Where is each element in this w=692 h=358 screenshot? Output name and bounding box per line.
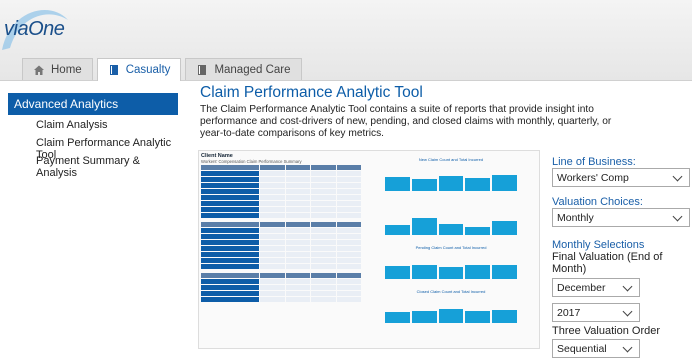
report-chart-title: New Claim Count and Total Incurred [418,157,484,162]
tab-managed-care[interactable]: Managed Care [185,58,302,80]
home-icon [34,65,44,75]
sidebar-heading[interactable]: Advanced Analytics [8,93,178,115]
tab-home[interactable]: Home [22,58,93,80]
tab-casualty[interactable]: Casualty [96,58,182,81]
tab-bar: Home Casualty Managed Care [22,58,302,81]
app-header: viaOne Home Casualty Managed Care [0,0,692,81]
chevron-down-icon [622,306,633,317]
tab-casualty-label: Casualty [125,64,171,76]
report-chart-new: New Claim Count and Total Incurred [365,157,537,197]
report-chart-new-2 [365,201,537,241]
report-chart-pending: Pending Claim Count and Total Incurred [365,245,537,285]
three-valuation-order-value: Sequential [557,342,607,355]
three-valuation-order-select[interactable]: Sequential [552,339,640,358]
valuation-choices-select[interactable]: Monthly [552,208,690,227]
sidebar-item-claim-analysis[interactable]: Claim Analysis [8,115,178,133]
year-select[interactable]: 2017 [552,303,640,322]
app-logo[interactable]: viaOne [4,18,65,41]
sidebar-item-claim-performance[interactable]: Claim Performance Analytic Tool [8,133,178,161]
page-description: The Claim Performance Analytic Tool cont… [200,104,612,139]
sidebar: Advanced Analytics Claim Analysis Claim … [8,93,178,179]
line-of-business-value: Workers' Comp [557,171,629,184]
final-valuation-label: Final Valuation (End of Month) [552,251,663,275]
chevron-down-icon [672,171,683,182]
year-value: 2017 [557,306,581,319]
report-chart-title: Closed Claim Count and Total Incurred [416,289,486,294]
report-charts: New Claim Count and Total Incurred Pendi… [365,153,537,329]
chevron-down-icon [622,342,633,353]
chevron-down-icon [622,281,633,292]
page-title: Claim Performance Analytic Tool [200,84,423,101]
valuation-choices-value: Monthly [557,211,594,224]
monthly-selections-label: Monthly Selections [552,239,645,251]
report-chart-title: Pending Claim Count and Total Incurred [415,245,487,250]
tab-managed-care-label: Managed Care [214,63,291,76]
line-of-business-label: Line of Business: [552,156,636,168]
report-preview-image: Client Name Workers' Compensation Claim … [198,150,540,349]
report-subtitle: Workers' Compensation Claim Performance … [201,159,302,164]
month-select[interactable]: December [552,278,640,297]
chevron-down-icon [672,211,683,222]
three-valuation-order-label: Three Valuation Order [552,325,661,337]
report-options-form: Line of Business: Workers' Comp Valuatio… [552,152,692,358]
report-summary-table: Client Name Workers' Compensation Claim … [201,153,361,302]
month-value: December [557,281,606,294]
book-icon [198,64,207,75]
report-chart-closed: Closed Claim Count and Total Incurred [365,289,537,329]
sidebar-item-payment-summary[interactable]: Payment Summary & Analysis [8,151,178,179]
book-icon [109,65,118,75]
valuation-choices-label: Valuation Choices: [552,196,643,208]
tab-home-label: Home [51,63,82,76]
line-of-business-select[interactable]: Workers' Comp [552,168,690,187]
